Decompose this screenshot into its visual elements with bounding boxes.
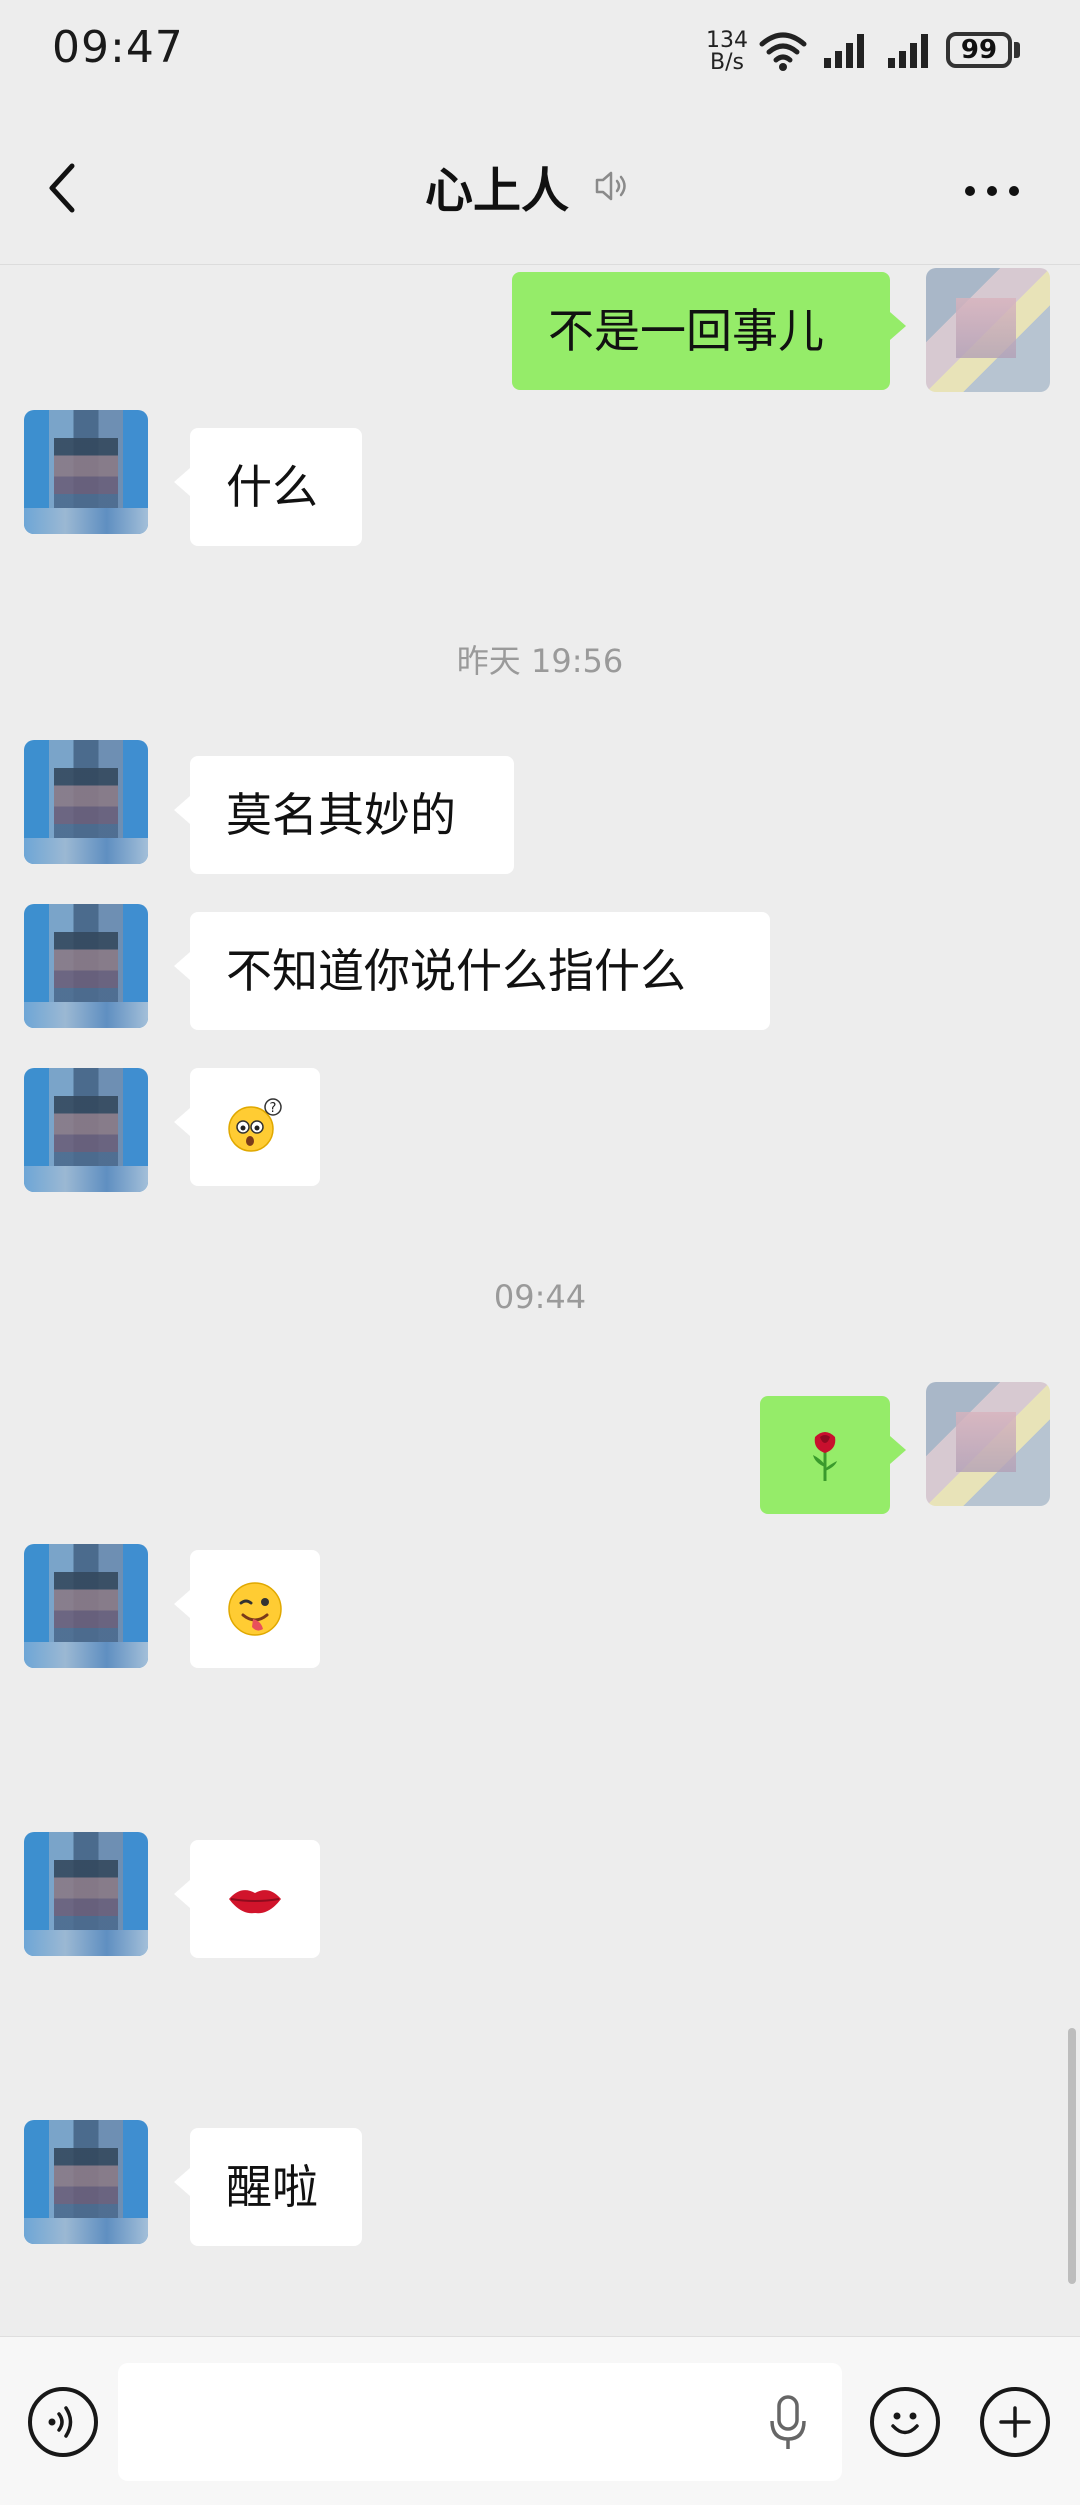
chat-title: 心上人 <box>425 163 570 219</box>
message-timestamp: 昨天 19:56 <box>456 642 624 680</box>
signal-icon <box>824 34 864 68</box>
message-bubble[interactable]: 醒啦 <box>174 2128 362 2246</box>
battery-tip <box>1014 42 1020 58</box>
message-text: 莫名其妙的 <box>226 788 456 842</box>
status-time: 09:47 <box>52 22 184 73</box>
signal-icon-2 <box>888 34 928 68</box>
contact-avatar[interactable] <box>24 1832 148 1956</box>
rose-icon <box>813 1432 837 1481</box>
wink-tongue-face-icon <box>228 1582 282 1636</box>
microphone-icon[interactable] <box>766 2393 810 2453</box>
emoji-button[interactable] <box>870 2387 940 2457</box>
network-speed: 134 B/s <box>706 30 748 74</box>
message-input[interactable] <box>118 2363 842 2481</box>
contact-avatar[interactable] <box>24 1544 148 1668</box>
message-bubble[interactable]: 不知道你说什么指什么 <box>174 912 770 1030</box>
contact-avatar[interactable] <box>24 410 148 534</box>
message-bubble[interactable] <box>174 1550 320 1668</box>
message-text: 醒啦 <box>226 2160 318 2214</box>
mute-icon <box>595 171 626 201</box>
lips-icon <box>229 1890 281 1914</box>
message-bubble[interactable]: 不是一回事儿 <box>512 272 906 390</box>
scrollbar[interactable] <box>1068 2028 1076 2284</box>
emoji-icon <box>891 2412 919 2435</box>
wifi-icon <box>759 32 807 71</box>
message-bubble[interactable]: ? <box>174 1068 320 1186</box>
contact-avatar[interactable] <box>24 2120 148 2244</box>
input-bar <box>0 2336 1080 2505</box>
plus-button[interactable] <box>980 2387 1050 2457</box>
voice-toggle-button[interactable] <box>28 2387 98 2457</box>
message-timestamp: 09:44 <box>493 1278 587 1316</box>
battery-indicator: 99 <box>946 32 1012 68</box>
plus-icon <box>999 2406 1031 2438</box>
more-icon[interactable] <box>962 184 1022 198</box>
my-avatar[interactable] <box>926 268 1050 392</box>
message-bubble[interactable] <box>760 1396 906 1514</box>
contact-avatar[interactable] <box>24 904 148 1028</box>
chat-header: 心上人 <box>0 110 1080 265</box>
contact-avatar[interactable] <box>24 740 148 864</box>
message-text: 不知道你说什么指什么 <box>226 944 686 998</box>
back-icon[interactable] <box>40 158 90 218</box>
svg-text:?: ? <box>270 1101 277 1116</box>
my-avatar[interactable] <box>926 1382 1050 1506</box>
network-speed-unit: B/s <box>710 50 744 75</box>
network-speed-value: 134 <box>706 28 748 53</box>
chat-title-group[interactable]: 心上人 <box>425 154 631 219</box>
message-bubble[interactable]: 莫名其妙的 <box>174 756 514 874</box>
message-text: 不是一回事儿 <box>548 304 824 358</box>
message-text: 什么 <box>226 460 318 514</box>
voice-toggle-icon <box>48 2406 73 2438</box>
contact-avatar[interactable] <box>24 1068 148 1192</box>
confused-face-icon: ? <box>228 1098 282 1152</box>
message-bubble[interactable] <box>174 1840 320 1958</box>
status-bar: 09:47 134 B/s 99 <box>0 0 1080 110</box>
message-bubble[interactable]: 什么 <box>174 428 362 546</box>
